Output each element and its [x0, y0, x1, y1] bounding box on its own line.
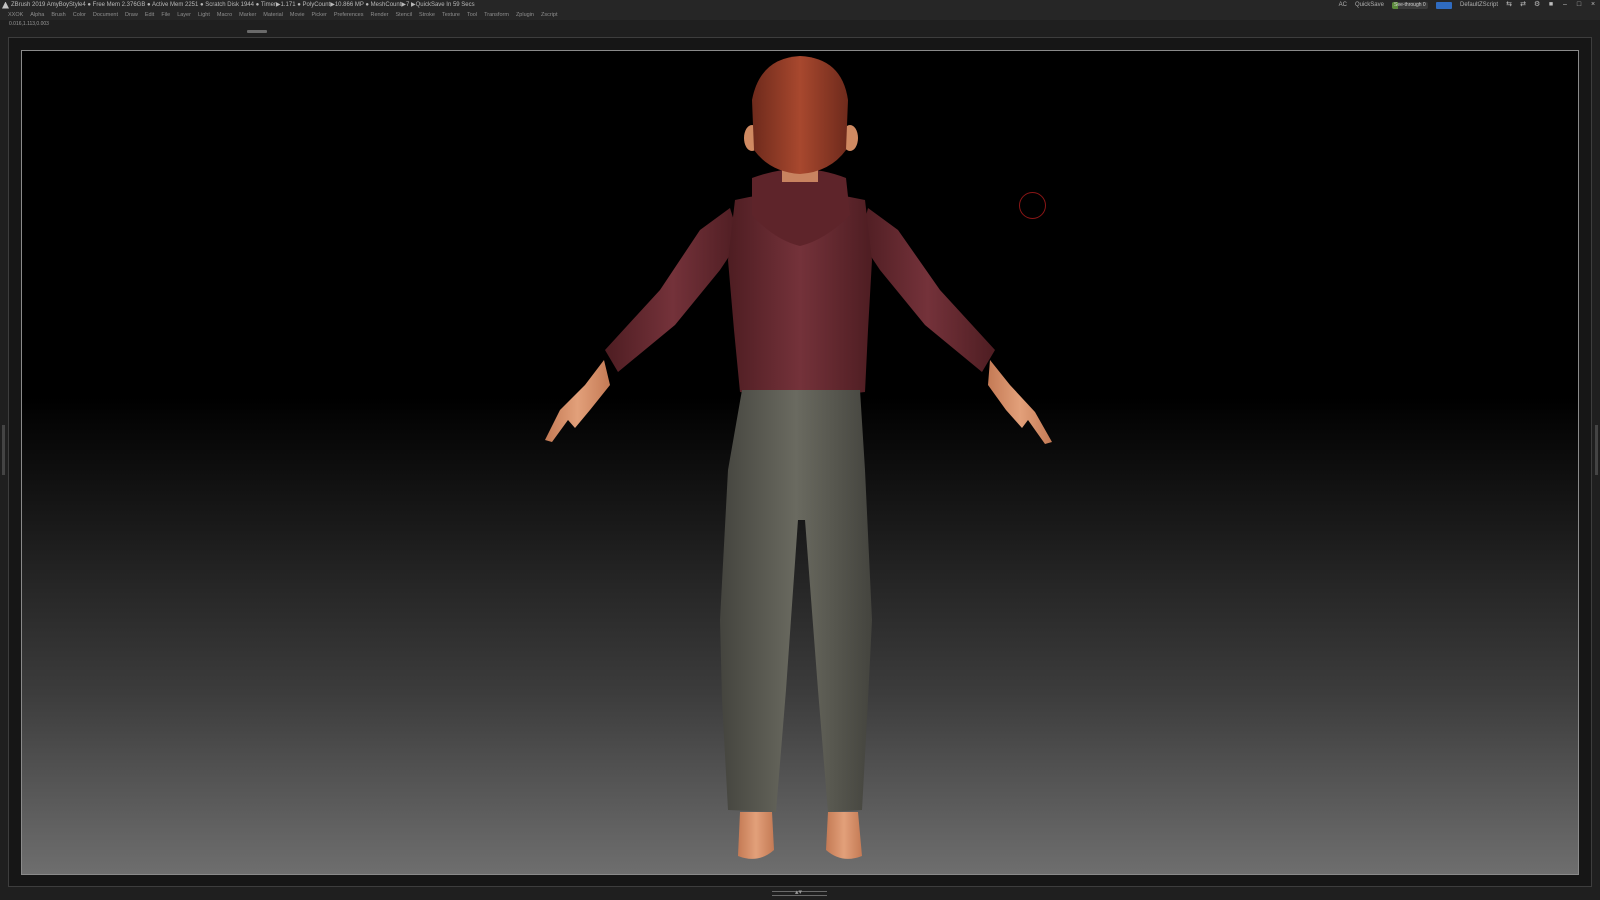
pants [720, 390, 872, 812]
brush-cursor [1019, 192, 1046, 219]
right-hand [988, 360, 1052, 444]
left-foot [738, 812, 774, 859]
right-foot [826, 812, 862, 859]
character-model[interactable] [0, 0, 1600, 900]
hair [752, 56, 848, 174]
right-sleeve [860, 208, 995, 372]
chevron-up-down-icon[interactable]: ▴▾ [795, 888, 802, 896]
left-hand [545, 360, 610, 442]
left-sleeve [605, 208, 740, 372]
